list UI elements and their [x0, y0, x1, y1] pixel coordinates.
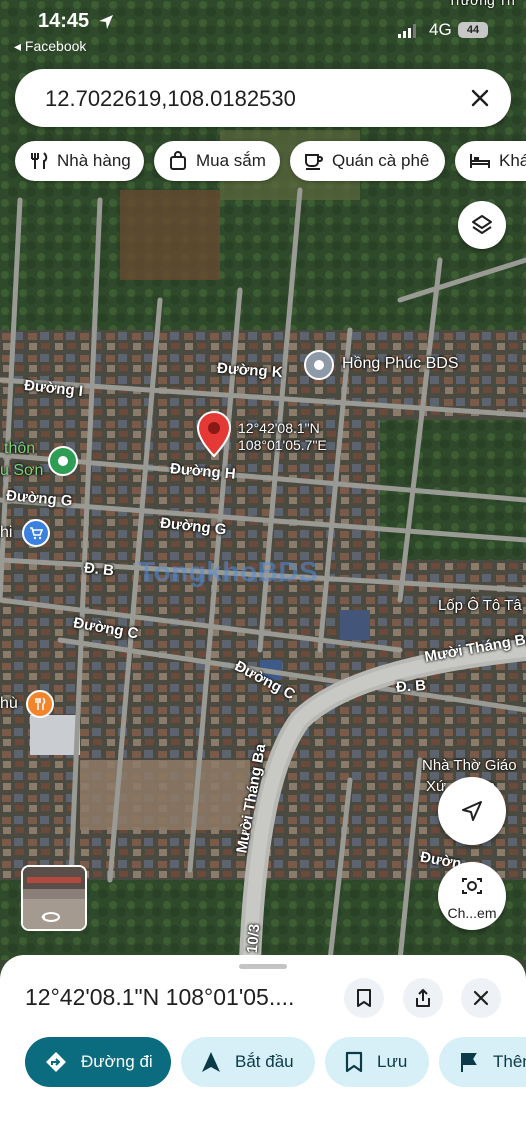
hotel-bed-icon	[470, 154, 490, 168]
network-type: 4G	[429, 20, 452, 39]
shopping-cart-icon	[30, 527, 43, 540]
camera-lens-icon	[462, 878, 482, 894]
save-bookmark-button[interactable]	[344, 978, 384, 1018]
coffee-icon	[305, 154, 323, 170]
status-time: 14:45	[38, 10, 90, 32]
pin-longitude: 108°01'05.7"E	[238, 437, 327, 453]
chip-label: Nhà hàng	[57, 151, 131, 170]
start-button[interactable]: Bắt đầu	[181, 1037, 315, 1087]
road-label-10-3: 10/3	[243, 923, 264, 954]
place-label-nha-tho-1: Nhà Thờ Giáo	[422, 757, 517, 774]
search-bar[interactable]: 12.7022619,108.0182530	[15, 69, 511, 127]
bookmark-icon	[345, 1051, 363, 1073]
action-label: Thêm	[493, 1052, 526, 1071]
directions-button[interactable]: Đường đi	[25, 1037, 171, 1087]
action-label: Bắt đầu	[235, 1052, 294, 1071]
flag-icon	[461, 1053, 477, 1072]
chip-hotels[interactable]: Khá	[455, 141, 526, 181]
share-icon	[416, 989, 430, 1007]
layers-button[interactable]	[458, 201, 506, 249]
lens-label: Ch...em	[447, 905, 497, 921]
chip-shopping[interactable]: Mua sắm	[154, 141, 280, 181]
bookmark-icon	[357, 989, 371, 1007]
navigation-arrow-icon	[462, 801, 482, 821]
pin-latitude: 12°42'08.1"N	[238, 420, 320, 436]
back-to-app-link[interactable]: ◂ Facebook	[14, 38, 86, 55]
location-dot-icon	[58, 456, 68, 466]
place-label-hu: hù	[0, 695, 18, 712]
share-button[interactable]	[403, 978, 443, 1018]
location-dot-icon	[314, 360, 324, 370]
restaurant-icon	[35, 697, 46, 710]
shopping-bag-icon	[170, 151, 186, 170]
lens-button[interactable]: Ch...em	[438, 862, 506, 930]
chip-label: Khá	[499, 151, 526, 170]
place-pin-shopping[interactable]	[22, 519, 50, 547]
action-label: Lưu	[377, 1052, 408, 1071]
search-input[interactable]: 12.7022619,108.0182530	[45, 86, 296, 112]
chip-restaurants[interactable]: Nhà hàng	[15, 141, 144, 181]
place-bottom-sheet[interactable]: 12°42'08.1"N 108°01'05.... Đường đi Bắt …	[0, 955, 526, 1138]
navigation-arrow-icon	[202, 1052, 220, 1072]
signal-icon	[398, 24, 416, 38]
battery-indicator: 44	[458, 22, 488, 38]
close-sheet-button[interactable]	[461, 978, 501, 1018]
watermark: TongkhoBDS	[138, 556, 319, 587]
save-button[interactable]: Lưu	[325, 1037, 429, 1087]
dropped-pin-icon[interactable]	[196, 410, 232, 458]
layers-icon	[472, 215, 492, 234]
close-icon	[473, 990, 489, 1006]
add-label-button[interactable]: Thêm	[439, 1037, 526, 1087]
my-location-button[interactable]	[438, 777, 506, 845]
chip-label: Mua sắm	[196, 151, 266, 170]
street-view-thumbnail[interactable]	[21, 865, 87, 931]
close-icon[interactable]	[465, 83, 495, 113]
location-arrow-icon	[99, 15, 113, 29]
place-label-thon: thôn	[4, 440, 36, 457]
place-pin-hong-phuc[interactable]	[304, 350, 334, 380]
pin-coordinates: 12°42'08.1"N 108°01'05.7"E	[238, 420, 327, 454]
restaurant-icon	[31, 152, 48, 169]
place-label-lop-o-to: Lốp Ô Tô Tâ	[438, 597, 522, 614]
directions-icon	[46, 1052, 66, 1072]
chip-coffee[interactable]: Quán cà phê	[290, 141, 445, 181]
street-view-image	[23, 867, 85, 929]
place-pin-green[interactable]	[48, 446, 78, 476]
place-label-hi: hi	[0, 524, 13, 541]
action-label: Đường đi	[81, 1052, 153, 1071]
status-bar: 14:45 ◂ Facebook 4G 44	[0, 0, 526, 60]
chip-label: Quán cà phê	[332, 151, 430, 170]
place-label-u-son: u Sơn	[0, 462, 44, 479]
drag-handle[interactable]	[239, 964, 287, 969]
sheet-title: 12°42'08.1"N 108°01'05....	[25, 984, 295, 1010]
road-label-b-right: Đ. B	[395, 676, 427, 697]
place-pin-restaurant[interactable]	[26, 690, 54, 718]
place-label-hong-phuc[interactable]: Hồng Phúc BDS	[342, 355, 459, 373]
road-label-b-left: Đ. B	[83, 559, 115, 580]
